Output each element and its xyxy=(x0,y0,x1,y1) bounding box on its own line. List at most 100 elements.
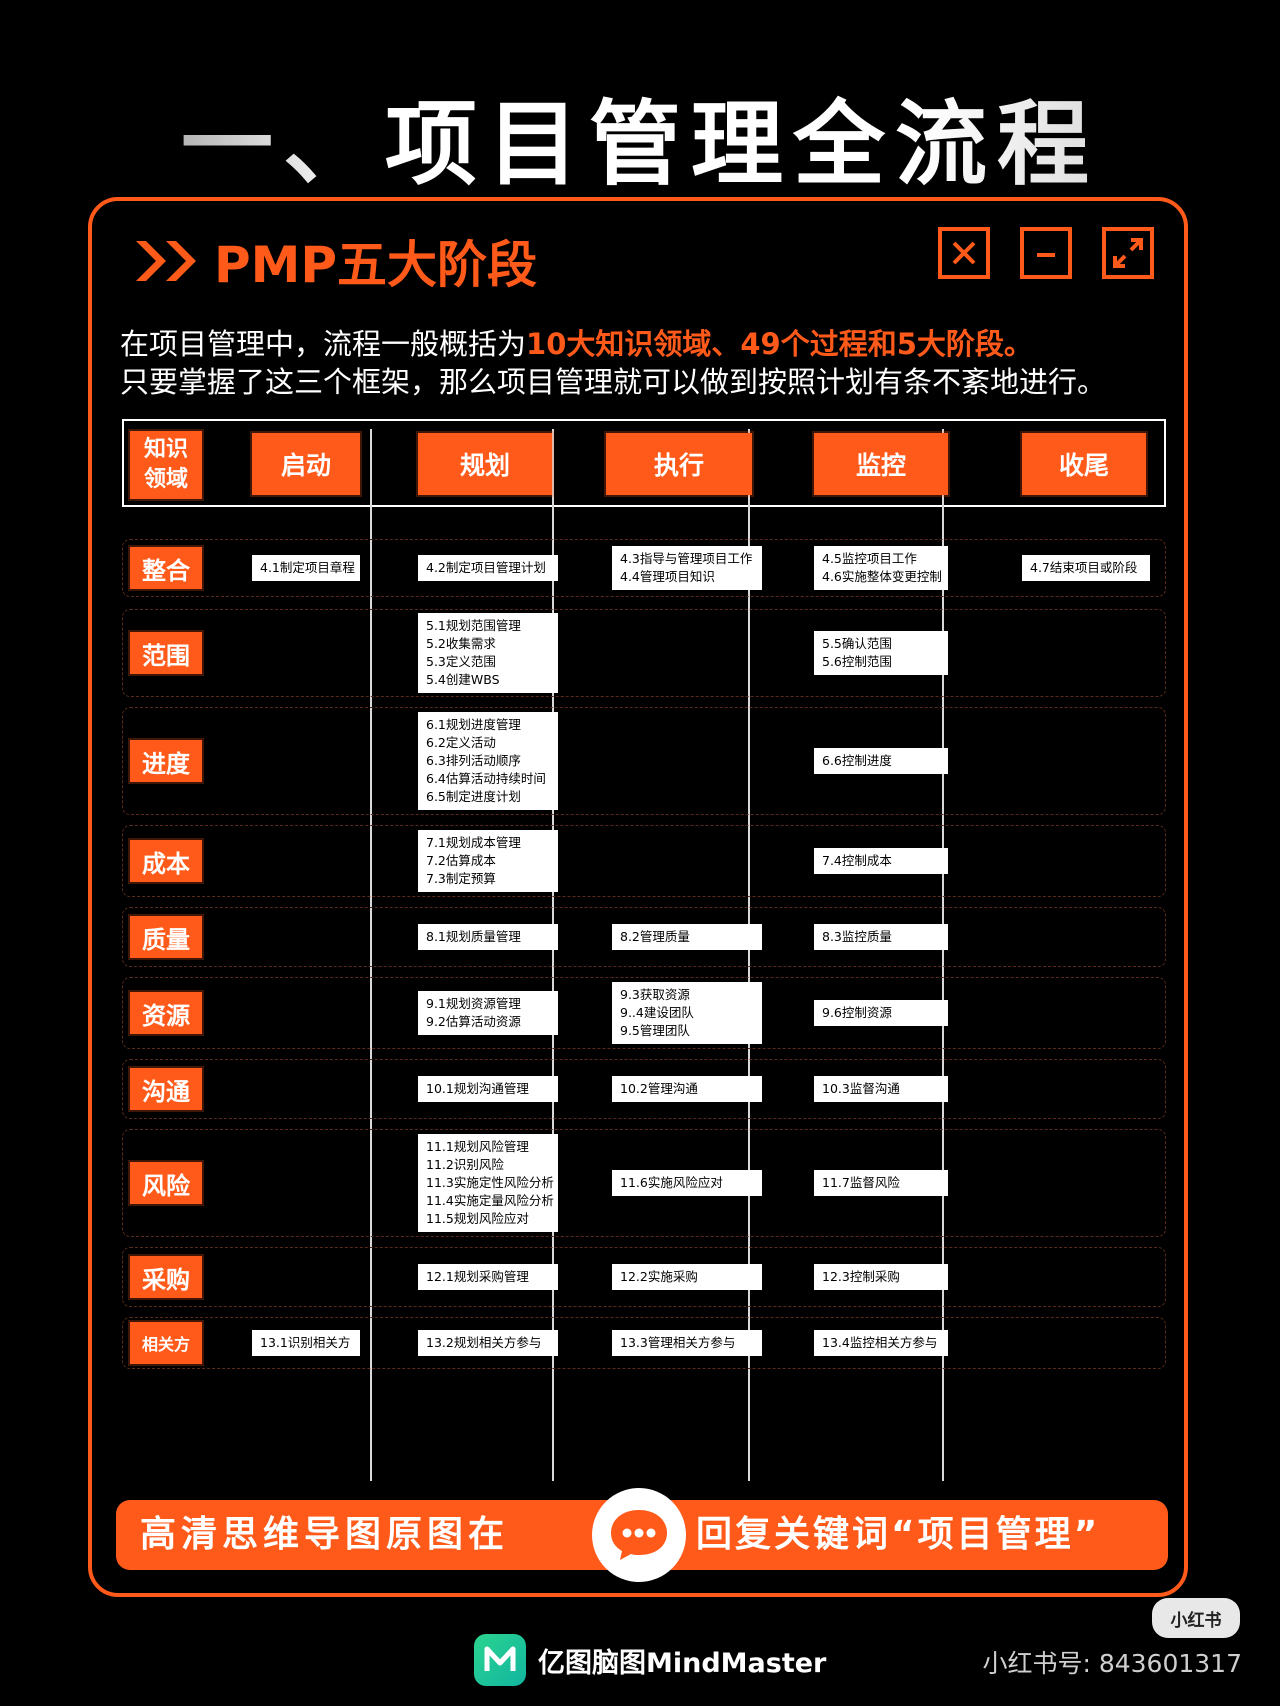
phase-initiating: 启动 xyxy=(252,433,360,495)
knowledge-area-label: 整合 xyxy=(130,547,202,589)
process-box: 6.1规划进度管理 6.2定义活动 6.3排列活动顺序 6.4估算活动持续时间 6.5制… xyxy=(418,712,558,810)
corner-label-line: 知识 xyxy=(143,437,188,462)
process-box: 6.6控制进度 xyxy=(814,748,948,774)
process-box: 11.6实施风险应对 xyxy=(612,1170,762,1196)
process-box: 10.1规划沟通管理 xyxy=(418,1076,558,1102)
process-item: 4.4管理项目知识 xyxy=(620,569,715,584)
process-item: 8.3监控质量 xyxy=(822,929,892,944)
knowledge-area-label: 进度 xyxy=(130,740,202,782)
process-box: 4.7结束项目或阶段 xyxy=(1022,555,1150,581)
expand-button[interactable] xyxy=(1102,227,1154,279)
process-box: 10.2管理沟通 xyxy=(612,1076,762,1102)
process-box: 4.1制定项目章程 xyxy=(252,555,360,581)
process-box: 12.2实施采购 xyxy=(612,1264,762,1290)
process-item: 4.3指导与管理项目工作 xyxy=(620,551,753,566)
process-item: 5.1规划范围管理 xyxy=(426,618,521,633)
process-box: 4.2制定项目管理计划 xyxy=(418,555,558,581)
knowledge-area-label: 沟通 xyxy=(130,1068,202,1110)
process-box: 5.5确认范围 5.6控制范围 xyxy=(814,631,948,675)
process-item: 9.5管理团队 xyxy=(620,1023,690,1038)
double-chevron-icon xyxy=(136,241,196,281)
process-item: 11.7监督风险 xyxy=(822,1175,900,1190)
process-item: 6.4估算活动持续时间 xyxy=(426,771,546,786)
process-item: 7.1规划成本管理 xyxy=(426,835,521,850)
card-title: PMP五大阶段 xyxy=(214,236,538,294)
process-box: 7.1规划成本管理 7.2估算成本 7.3制定预算 xyxy=(418,830,558,892)
minimize-icon xyxy=(1037,253,1055,257)
process-item: 11.3实施定性风险分析 xyxy=(426,1175,554,1190)
process-box: 9.6控制资源 xyxy=(814,1000,948,1026)
knowledge-area-label: 采购 xyxy=(130,1256,202,1298)
process-box: 11.1规划风险管理 11.2识别风险 11.3实施定性风险分析 11.4实施定量风险… xyxy=(418,1134,558,1232)
knowledge-area-label: 成本 xyxy=(130,840,202,882)
process-box: 9.1规划资源管理 9.2估算活动资源 xyxy=(418,991,558,1035)
process-box: 12.3控制采购 xyxy=(814,1264,948,1290)
process-box: 7.4控制成本 xyxy=(814,848,948,874)
process-item: 11.5规划风险应对 xyxy=(426,1211,529,1226)
process-item: 13.1识别相关方 xyxy=(260,1335,351,1350)
pmp-card: PMP五大阶段 在项目管理中，流程一般概括为10大知识领域、49个过程和5大阶段… xyxy=(88,197,1188,1597)
corner-label: 知识 领域 xyxy=(130,431,202,499)
xiaohongshu-badge: 小红书 xyxy=(1152,1598,1240,1638)
cta-left-text: 高清思维导图原图在 xyxy=(140,1514,510,1555)
knowledge-area-label: 范围 xyxy=(130,632,202,674)
process-box: 8.1规划质量管理 xyxy=(418,924,558,950)
process-item: 5.2收集需求 xyxy=(426,636,496,651)
row-band xyxy=(122,707,1166,815)
process-item: 5.4创建WBS xyxy=(426,672,500,687)
intro-text: 在项目管理中，流程一般概括为10大知识领域、49个过程和5大阶段。 只要掌握了这… xyxy=(120,325,1170,401)
window-controls xyxy=(938,227,1154,279)
process-box: 8.2管理质量 xyxy=(612,924,762,950)
process-item: 11.2识别风险 xyxy=(426,1157,504,1172)
process-box: 9.3获取资源 9..4建设团队 9.5管理团队 xyxy=(612,982,762,1044)
corner-label-line: 领域 xyxy=(143,467,188,492)
knowledge-area-label: 风险 xyxy=(130,1162,202,1204)
process-box: 5.1规划范围管理 5.2收集需求 5.3定义范围 5.4创建WBS xyxy=(418,613,558,693)
process-item: 7.2估算成本 xyxy=(426,853,496,868)
cta-right-text: 回复关键词“项目管理” xyxy=(696,1514,1101,1555)
process-item: 6.6控制进度 xyxy=(822,753,892,768)
minimize-button[interactable] xyxy=(1020,227,1072,279)
process-item: 7.3制定预算 xyxy=(426,871,496,886)
process-item: 6.3排列活动顺序 xyxy=(426,753,521,768)
process-item: 6.1规划进度管理 xyxy=(426,717,521,732)
process-box: 13.4监控相关方参与 xyxy=(814,1330,948,1356)
process-item: 10.3监督沟通 xyxy=(822,1081,900,1096)
mindmaster-logo-text: 亿图脑图MindMaster xyxy=(538,1647,827,1679)
process-item: 6.5制定进度计划 xyxy=(426,789,521,804)
process-item: 5.5确认范围 xyxy=(822,636,892,651)
knowledge-area-label: 资源 xyxy=(130,992,202,1034)
process-box: 11.7监督风险 xyxy=(814,1170,948,1196)
process-item: 5.6控制范围 xyxy=(822,654,892,669)
pmp-process-grid: 知识 领域 启动 规划 执行 监控 收尾 整合 4.1制定项目章程 4.2制定项目管… xyxy=(122,419,1166,1481)
process-item: 4.2制定项目管理计划 xyxy=(426,560,546,575)
process-item: 9.3获取资源 xyxy=(620,987,690,1002)
process-item: 12.1规划采购管理 xyxy=(426,1269,529,1284)
process-box: 13.3管理相关方参与 xyxy=(612,1330,762,1356)
page-title: 一、项目管理全流程 xyxy=(0,70,1280,203)
process-box: 13.2规划相关方参与 xyxy=(418,1330,558,1356)
process-item: 11.4实施定量风险分析 xyxy=(426,1193,554,1208)
cta-banner[interactable]: 高清思维导图原图在 回复关键词“项目管理” xyxy=(116,1488,1168,1582)
process-item: 4.1制定项目章程 xyxy=(260,560,355,575)
phase-executing: 执行 xyxy=(606,433,752,495)
row-band xyxy=(122,609,1166,697)
intro-line1-prefix: 在项目管理中，流程一般概括为 xyxy=(120,327,527,361)
process-item: 11.6实施风险应对 xyxy=(620,1175,723,1190)
process-box: 4.5监控项目工作 4.6实施整体变更控制 xyxy=(814,546,948,590)
knowledge-area-label: 质量 xyxy=(130,916,202,958)
close-icon xyxy=(952,241,976,265)
process-item: 5.3定义范围 xyxy=(426,654,496,669)
card-header: PMP五大阶段 xyxy=(132,225,537,297)
process-item: 4.6实施整体变更控制 xyxy=(822,569,942,584)
process-item: 8.1规划质量管理 xyxy=(426,929,521,944)
close-button[interactable] xyxy=(938,227,990,279)
phase-planning: 规划 xyxy=(418,433,552,495)
xiaohongshu-id: 小红书号: 843601317 xyxy=(982,1649,1242,1678)
process-item: 6.2定义活动 xyxy=(426,735,496,750)
process-item: 9.6控制资源 xyxy=(822,1005,892,1020)
chat-bubble-icon xyxy=(592,1488,686,1582)
process-item: 8.2管理质量 xyxy=(620,929,690,944)
process-item: 13.3管理相关方参与 xyxy=(620,1335,736,1350)
process-item: 9.1规划资源管理 xyxy=(426,996,521,1011)
